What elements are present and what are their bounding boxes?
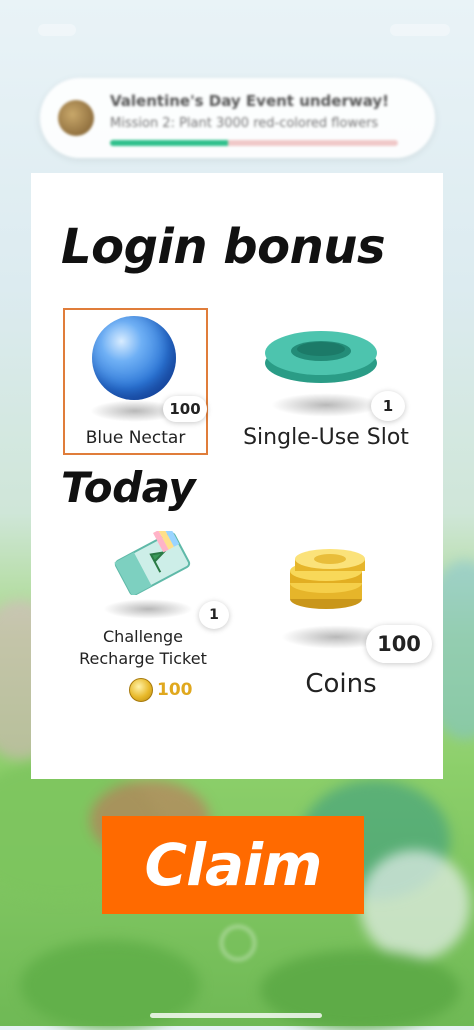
coins-icon [290,549,365,609]
event-mission: Mission 2: Plant 3000 red-colored flower… [110,116,379,131]
count-badge: 1 [199,601,229,629]
clock [38,24,76,36]
reward-label-line2: Recharge Ticket [79,649,207,668]
coin-icon [129,678,153,702]
system-icons [390,24,450,36]
today-heading: Today [61,463,196,512]
slot-icon [265,331,377,383]
event-pikmin-icon [58,100,94,136]
item-shadow [271,393,381,417]
compass-icon [220,925,256,961]
ticket-cost: 100 [129,678,193,702]
reward-coins[interactable]: 100 Coins [241,543,441,703]
item-shadow [103,599,193,619]
reward-label: Blue Nectar [85,428,186,448]
event-banner[interactable]: Valentine's Day Event underway! Mission … [40,78,435,158]
cost-value: 100 [157,680,193,700]
count-badge: 100 [163,396,207,422]
home-indicator [150,1013,322,1018]
reward-blue-nectar[interactable]: 100 Blue Nectar [63,308,208,455]
reward-challenge-ticket[interactable]: 1 Challenge Recharge Ticket 100 [63,523,229,703]
event-progress-bar [110,140,398,146]
reward-single-use-slot[interactable]: 1 Single-Use Slot [221,311,431,461]
ticket-icon [114,531,191,595]
count-badge: 100 [366,625,432,663]
event-title: Valentine's Day Event underway! [110,92,389,110]
reward-label: Single-Use Slot [243,425,409,450]
count-badge: 1 [371,391,405,421]
event-progress-fill [110,140,229,146]
reward-label-line1: Challenge [103,627,183,646]
blue-nectar-icon [92,316,176,400]
reward-label: Coins [305,669,377,699]
status-bar [38,24,450,42]
claim-button[interactable]: Claim [102,816,364,914]
login-bonus-title: Login bonus [61,219,386,275]
login-bonus-card: Login bonus 100 Blue Nectar 1 Single-Use… [31,173,443,779]
